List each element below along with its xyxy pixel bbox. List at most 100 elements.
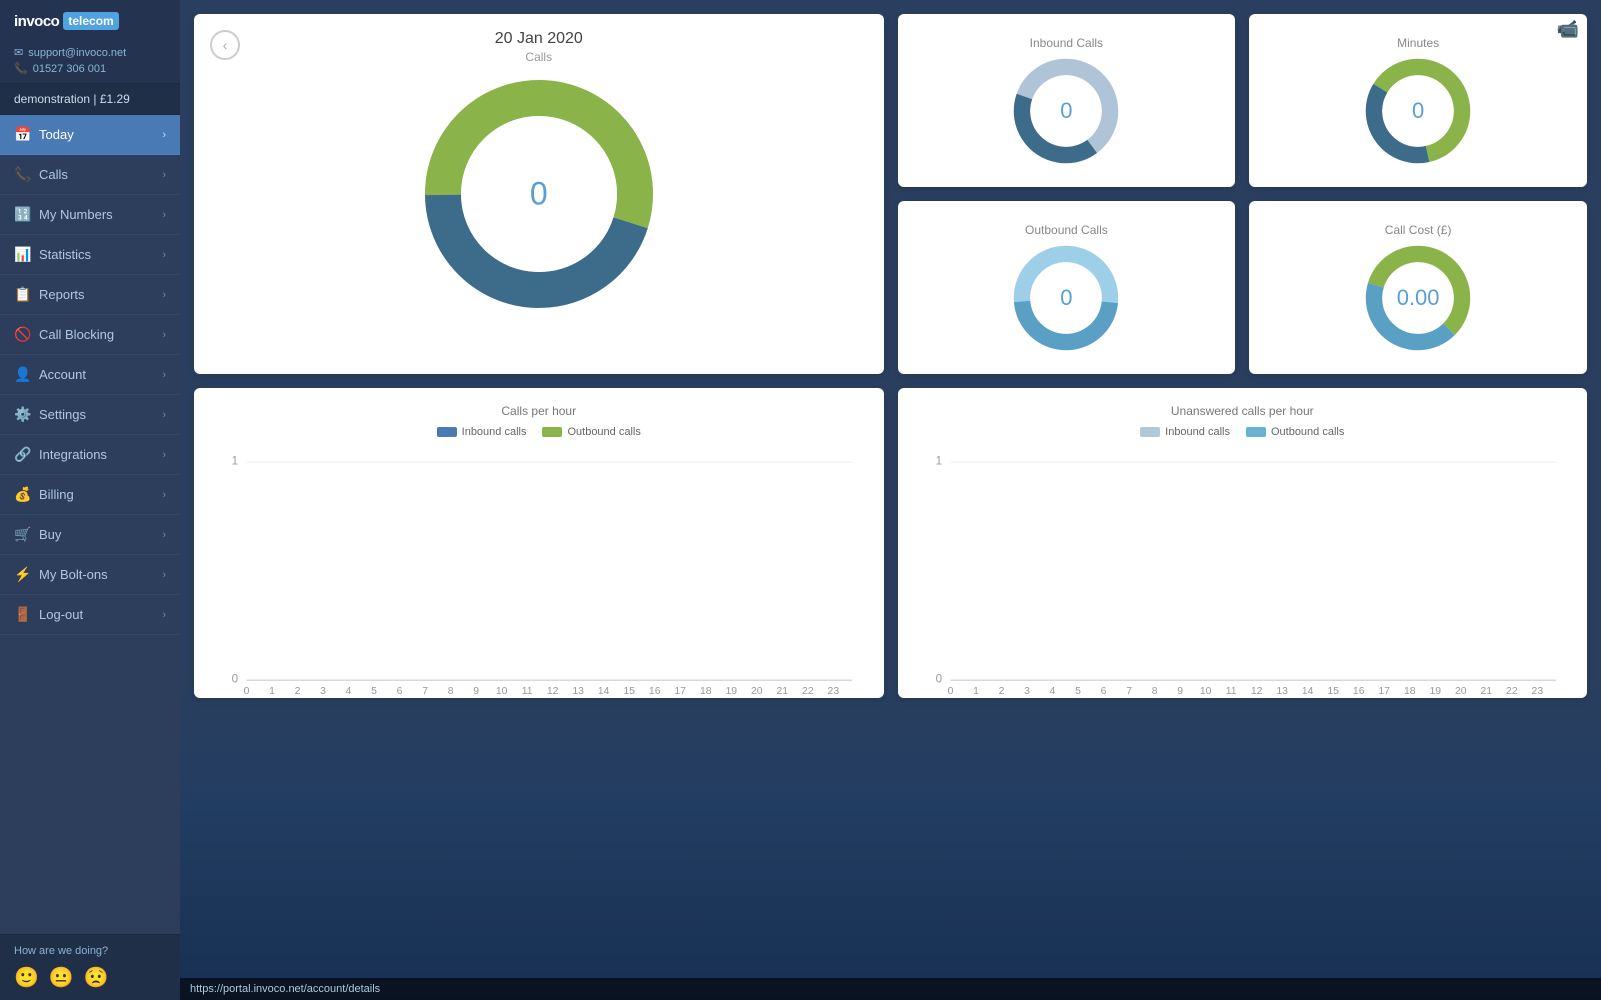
svg-text:6: 6 xyxy=(1100,686,1106,697)
nav-icon-log-out: 🚪 xyxy=(14,606,30,623)
legend-inbound-dot xyxy=(437,427,457,437)
sidebar-item-left-reports: 📋 Reports xyxy=(14,286,85,303)
stat-card-callcost: Call Cost (£) 0.00 xyxy=(1249,201,1587,374)
svg-text:19: 19 xyxy=(725,686,737,697)
phone-icon: 📞 xyxy=(14,62,28,75)
status-bar-url: https://portal.invoco.net/account/detail… xyxy=(190,983,380,995)
sidebar-item-call-blocking[interactable]: 🚫 Call Blocking › xyxy=(0,315,180,355)
chart-subtitle: Calls xyxy=(525,50,552,64)
svg-text:0: 0 xyxy=(232,673,238,685)
nav-icon-calls: 📞 xyxy=(14,166,30,183)
svg-text:20: 20 xyxy=(751,686,763,697)
svg-text:20: 20 xyxy=(1454,686,1466,697)
svg-text:2: 2 xyxy=(998,686,1004,697)
legend-outbound: Outbound calls xyxy=(542,426,640,438)
nav-chevron-account: › xyxy=(162,369,166,381)
video-icon[interactable]: 📹 xyxy=(1549,14,1587,45)
minutes-value: 0 xyxy=(1412,98,1424,124)
minutes-donut: 0 xyxy=(1363,56,1473,166)
legend-outbound-dot xyxy=(542,427,562,437)
inbound-calls-title: Inbound Calls xyxy=(1030,36,1103,50)
stats-grid: Inbound Calls 0 Minutes xyxy=(898,14,1588,374)
svg-text:9: 9 xyxy=(1177,686,1183,697)
calls-per-hour-svg: 1 0 0 1 2 3 4 5 6 7 8 9 10 11 xyxy=(214,448,864,697)
nav-icon-call-blocking: 🚫 xyxy=(14,326,30,343)
nav-chevron-log-out: › xyxy=(162,609,166,621)
svg-text:10: 10 xyxy=(1199,686,1211,697)
svg-text:23: 23 xyxy=(1531,686,1543,697)
sidebar-item-log-out[interactable]: 🚪 Log-out › xyxy=(0,595,180,635)
svg-text:17: 17 xyxy=(1378,686,1390,697)
nav-label-my-numbers: My Numbers xyxy=(39,207,113,222)
calls-per-hour-legend: Inbound calls Outbound calls xyxy=(214,426,864,438)
sidebar-item-calls[interactable]: 📞 Calls › xyxy=(0,155,180,195)
legend-inbound-label: Inbound calls xyxy=(462,426,527,438)
svg-text:0: 0 xyxy=(935,673,941,685)
happy-icon[interactable]: 🙂 xyxy=(14,965,39,990)
back-button[interactable]: ‹ xyxy=(210,30,240,60)
legend-unanswered-inbound-label: Inbound calls xyxy=(1165,426,1230,438)
unanswered-chart-area: 1 0 0 1 2 3 4 5 6 7 8 9 10 11 12 xyxy=(918,448,1568,697)
sidebar-item-left-settings: ⚙️ Settings xyxy=(14,406,86,423)
sidebar-item-account[interactable]: 👤 Account › xyxy=(0,355,180,395)
svg-text:9: 9 xyxy=(473,686,479,697)
sidebar-item-statistics[interactable]: 📊 Statistics › xyxy=(0,235,180,275)
callcost-donut: 0.00 xyxy=(1363,243,1473,353)
nav-icon-integrations: 🔗 xyxy=(14,446,30,463)
nav-label-today: Today xyxy=(39,127,74,142)
svg-text:18: 18 xyxy=(1403,686,1415,697)
sidebar-logo-area: invoco telecom xyxy=(0,0,180,38)
svg-text:12: 12 xyxy=(547,686,559,697)
sidebar-footer: How are we doing? 🙂 😐 😟 xyxy=(0,934,180,1000)
svg-text:17: 17 xyxy=(674,686,686,697)
sidebar-item-my-numbers[interactable]: 🔢 My Numbers › xyxy=(0,195,180,235)
sidebar-item-left-statistics: 📊 Statistics xyxy=(14,246,91,263)
sidebar-item-left-account: 👤 Account xyxy=(14,366,86,383)
svg-text:3: 3 xyxy=(320,686,326,697)
sidebar-item-settings[interactable]: ⚙️ Settings › xyxy=(0,395,180,435)
svg-text:3: 3 xyxy=(1024,686,1030,697)
nav-label-call-blocking: Call Blocking xyxy=(39,327,114,342)
svg-text:1: 1 xyxy=(935,455,941,467)
nav-icon-today: 📅 xyxy=(14,126,30,143)
calls-per-hour-card: Calls per hour Inbound calls Outbound ca… xyxy=(194,388,884,698)
legend-unanswered-outbound-label: Outbound calls xyxy=(1271,426,1344,438)
svg-text:13: 13 xyxy=(572,686,584,697)
legend-unanswered-outbound-dot xyxy=(1246,427,1266,437)
status-bar: https://portal.invoco.net/account/detail… xyxy=(180,978,1601,1000)
sidebar-item-my-bolt-ons[interactable]: ⚡ My Bolt-ons › xyxy=(0,555,180,595)
svg-text:8: 8 xyxy=(1151,686,1157,697)
how-are-we-label: How are we doing? xyxy=(14,945,166,957)
svg-text:7: 7 xyxy=(1126,686,1132,697)
sad-icon[interactable]: 😟 xyxy=(84,965,109,990)
svg-text:15: 15 xyxy=(1327,686,1339,697)
svg-text:4: 4 xyxy=(1049,686,1055,697)
main-donut-chart: 0 xyxy=(419,74,659,314)
nav-icon-my-bolt-ons: ⚡ xyxy=(14,566,30,583)
nav-chevron-settings: › xyxy=(162,409,166,421)
chart-date: 20 Jan 2020 xyxy=(495,30,583,48)
logo-telecom: telecom xyxy=(63,12,118,30)
inbound-value: 0 xyxy=(1060,98,1072,124)
sidebar-item-buy[interactable]: 🛒 Buy › xyxy=(0,515,180,555)
account-name: demonstration | £1.29 xyxy=(0,84,180,115)
svg-text:5: 5 xyxy=(371,686,377,697)
neutral-icon[interactable]: 😐 xyxy=(49,965,74,990)
svg-text:16: 16 xyxy=(1352,686,1364,697)
sidebar-item-left-my-bolt-ons: ⚡ My Bolt-ons xyxy=(14,566,108,583)
nav-chevron-today: › xyxy=(162,129,166,141)
sidebar-item-today[interactable]: 📅 Today › xyxy=(0,115,180,155)
nav-chevron-buy: › xyxy=(162,529,166,541)
svg-text:16: 16 xyxy=(649,686,661,697)
feedback-icons: 🙂 😐 😟 xyxy=(14,965,166,990)
nav-icon-my-numbers: 🔢 xyxy=(14,206,30,223)
sidebar-item-reports[interactable]: 📋 Reports › xyxy=(0,275,180,315)
sidebar-item-billing[interactable]: 💰 Billing › xyxy=(0,475,180,515)
svg-text:7: 7 xyxy=(422,686,428,697)
minutes-title: Minutes xyxy=(1397,36,1439,50)
sidebar-item-left-today: 📅 Today xyxy=(14,126,74,143)
email-icon: ✉ xyxy=(14,46,23,59)
svg-text:15: 15 xyxy=(623,686,635,697)
unanswered-svg: 1 0 0 1 2 3 4 5 6 7 8 9 10 11 12 xyxy=(918,448,1568,697)
sidebar-item-integrations[interactable]: 🔗 Integrations › xyxy=(0,435,180,475)
